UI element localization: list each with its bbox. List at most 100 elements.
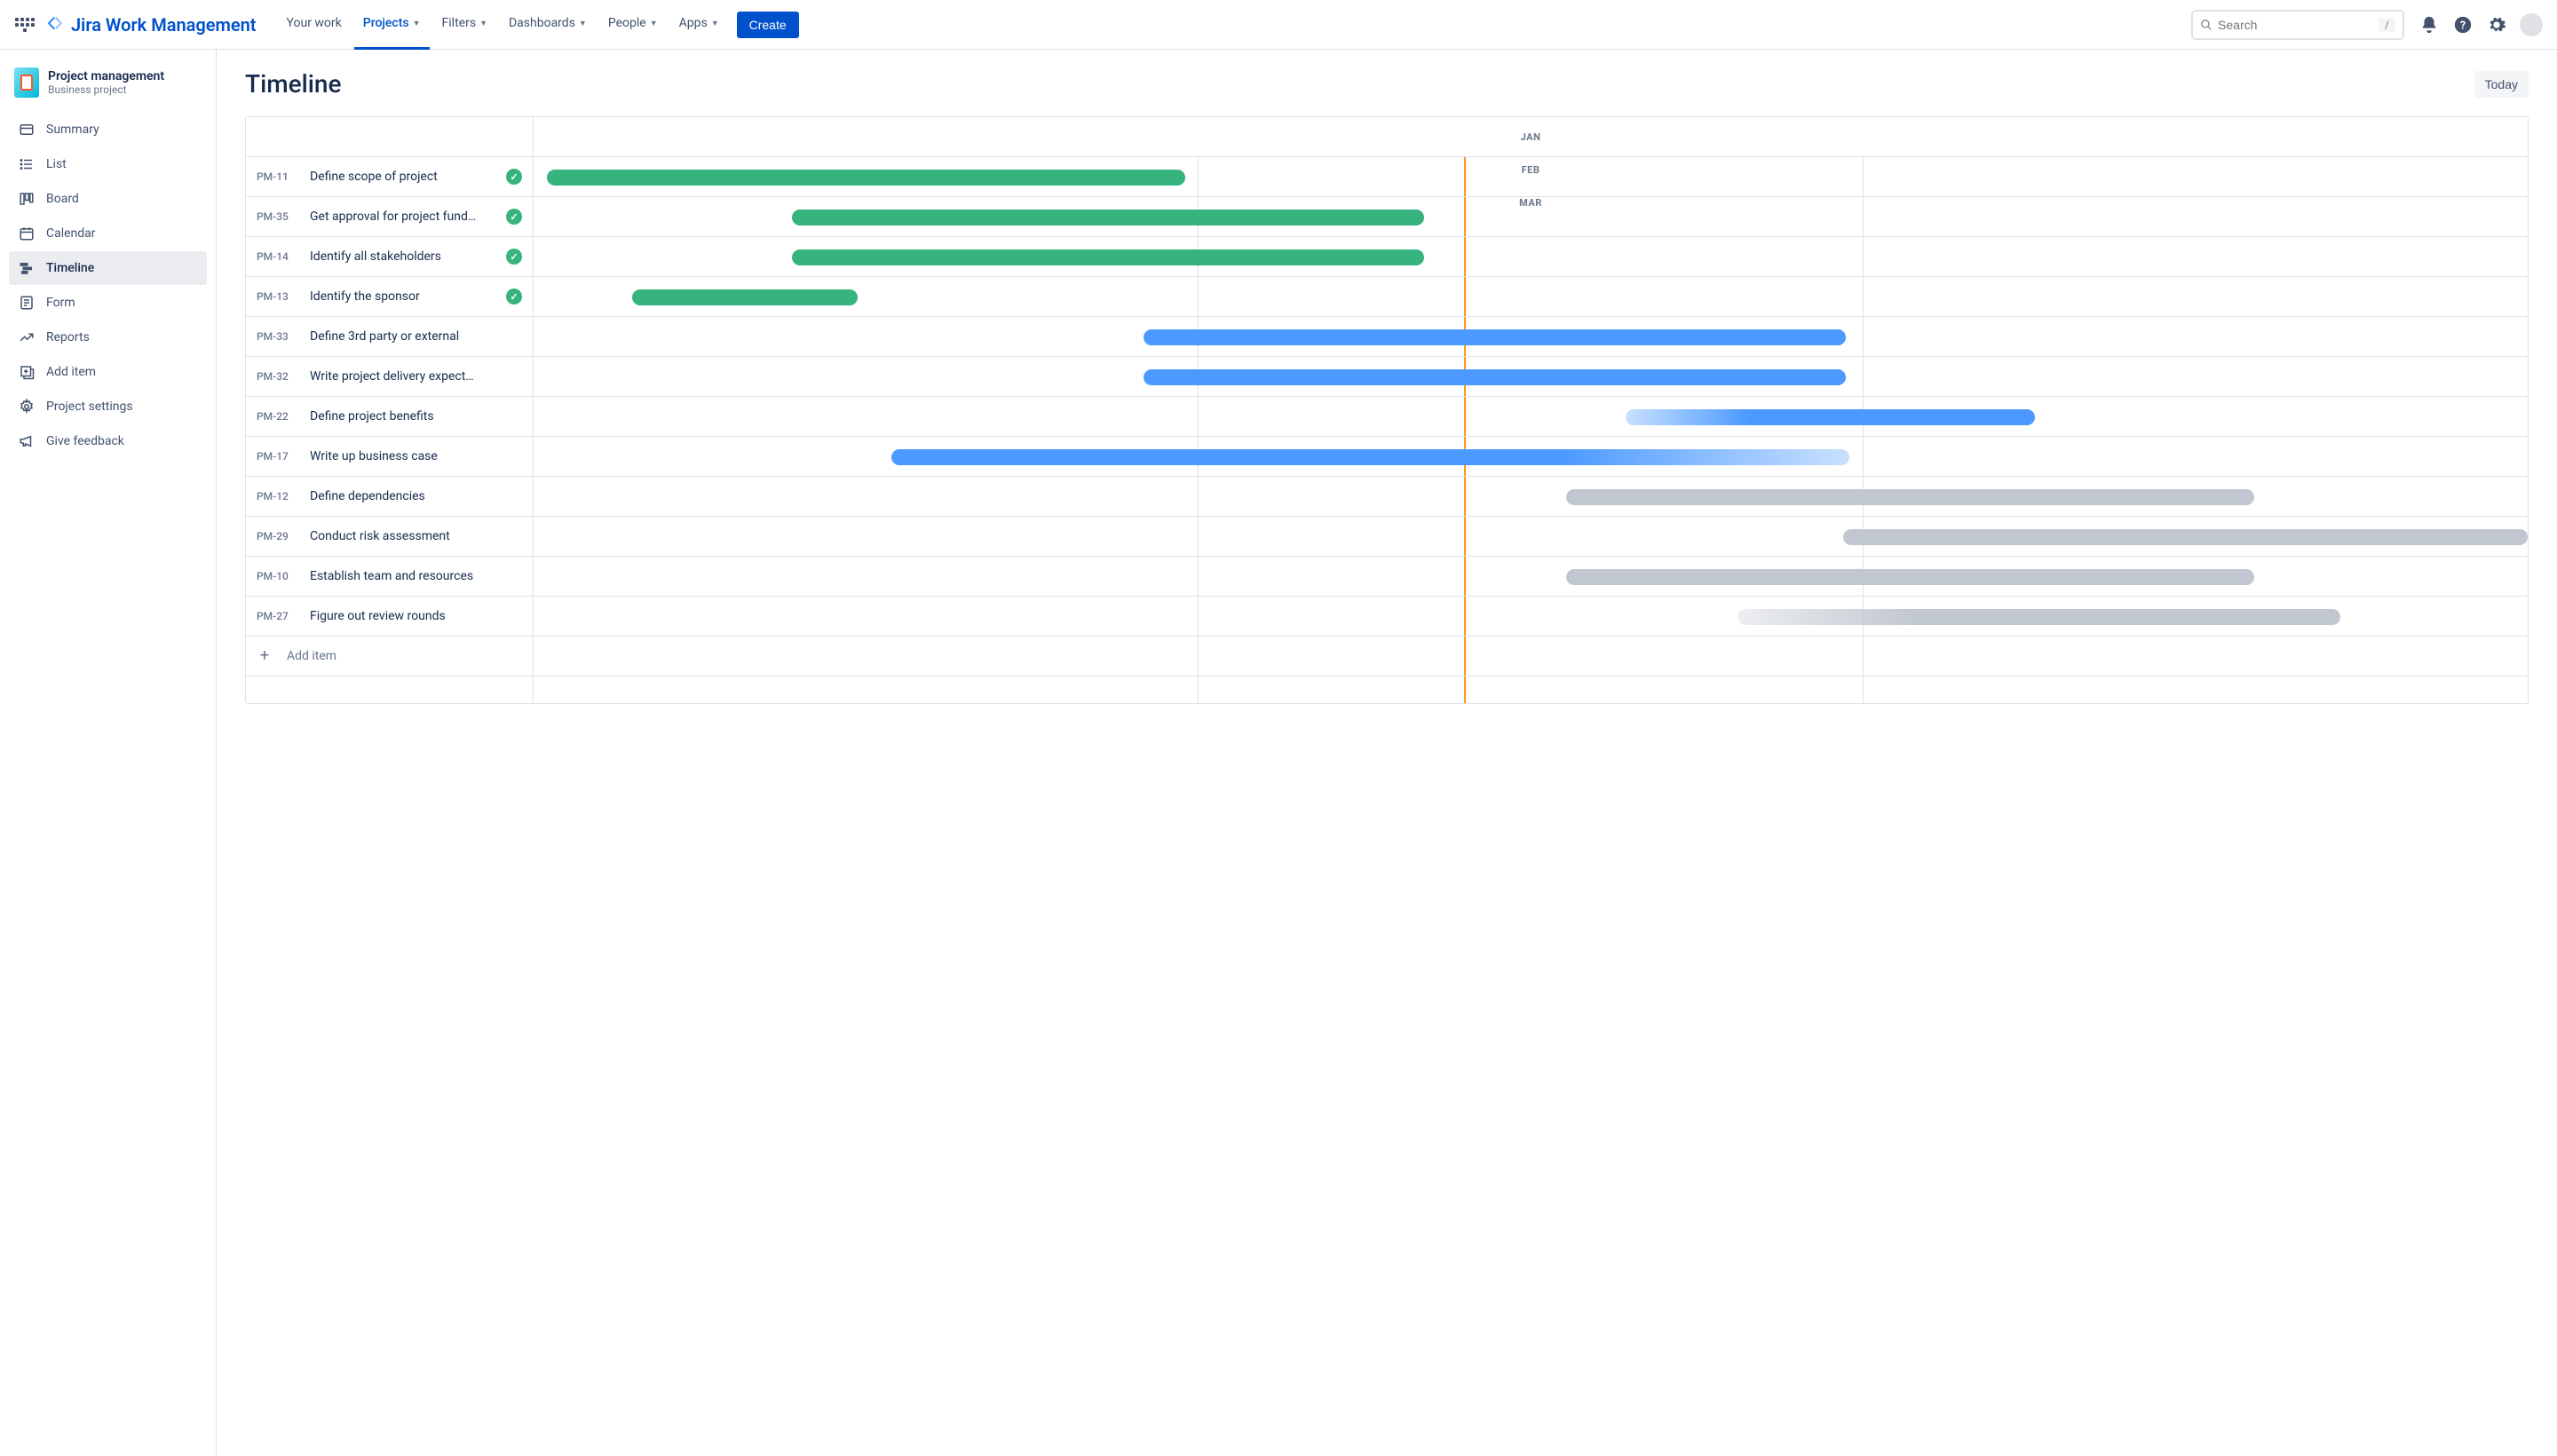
gantt-bar[interactable] [1566,489,2254,505]
task-key: PM-22 [257,410,296,423]
project-icon [14,67,39,98]
task-title: Identify all stakeholders [310,249,492,264]
task-title: Define dependencies [310,489,522,503]
form-icon [18,294,36,312]
sidebar-board[interactable]: Board [9,182,207,216]
nav-projects[interactable]: Projects▼ [354,0,430,50]
project-name: Project management [48,69,164,83]
today-button[interactable]: Today [2474,71,2529,98]
gantt-bar[interactable] [792,210,1424,226]
task-row[interactable]: PM-11Define scope of project✓ [246,157,533,197]
board-icon [18,190,36,208]
check-icon: ✓ [506,209,522,225]
sidebar-timeline[interactable]: Timeline [9,251,207,285]
bar-row [533,477,2528,517]
top-icons: ? [2418,13,2543,36]
nav-dashboards[interactable]: Dashboards▼ [500,0,596,50]
task-key: PM-10 [257,570,296,582]
task-title: Conduct risk assessment [310,529,522,543]
app-switcher-icon[interactable] [14,14,36,36]
check-icon: ✓ [506,249,522,265]
sidebar-form[interactable]: Form [9,286,207,320]
add-item-label: Add item [287,649,336,663]
task-row[interactable]: PM-14 Identify all stakeholders ✓ [246,237,533,277]
sidebar-give-feedback[interactable]: Give feedback [9,424,207,458]
sidebar-project-settings[interactable]: Project settings [9,390,207,423]
gantt-bar[interactable] [792,249,1424,265]
add-item-icon [18,363,36,381]
help-icon[interactable]: ? [2452,14,2474,36]
page-header: Timeline Today [245,69,2529,99]
plus-icon: + [257,648,273,664]
gantt-bar[interactable] [547,170,1185,186]
gantt-bar[interactable] [1626,409,2035,425]
task-key: PM-35 [257,210,296,223]
bar-row [533,197,2528,237]
task-key: PM-14 [257,250,296,263]
gantt-bar[interactable] [891,449,1849,465]
bar-row [533,557,2528,597]
nav-links: Your work Projects▼ Filters▼ Dashboards▼… [278,0,728,50]
task-row[interactable]: PM-13Identify the sponsor✓ [246,277,533,317]
task-row[interactable]: PM-10Establish team and resources [246,557,533,597]
gantt-bar[interactable] [1566,569,2254,585]
task-row[interactable]: PM-32Write project delivery expect… [246,357,533,397]
task-title: Identify the sponsor [310,289,492,304]
reports-icon [18,328,36,346]
task-key: PM-27 [257,610,296,622]
nav-apps[interactable]: Apps▼ [670,0,728,50]
list-icon [18,155,36,173]
brand-logo[interactable]: Jira Work Management [44,14,257,36]
bar-row [533,317,2528,357]
settings-icon[interactable] [2486,14,2507,36]
megaphone-icon [18,432,36,450]
task-row[interactable]: PM-33 Define 3rd party or external [246,317,533,357]
timeline-grid: PM-11Define scope of project✓PM-35Get ap… [245,116,2529,704]
top-nav: Jira Work Management Your work Projects▼… [0,0,2557,50]
svg-text:?: ? [2460,19,2466,32]
nav-people[interactable]: People▼ [599,0,667,50]
task-row[interactable]: PM-35Get approval for project fund…✓ [246,197,533,237]
add-item-row[interactable]: + Add item [246,637,533,677]
project-header[interactable]: Project management Business project [9,64,207,112]
task-row[interactable]: PM-17 Write up business case [246,437,533,477]
task-key: PM-17 [257,450,296,463]
task-title: Define 3rd party or external [310,329,522,344]
task-title: Write up business case [310,449,522,463]
gantt-bar[interactable] [1843,529,2528,545]
task-key: PM-29 [257,530,296,542]
sidebar-list[interactable]: List [9,147,207,181]
task-row[interactable]: PM-29 Conduct risk assessment [246,517,533,557]
search-box[interactable]: / [2191,10,2404,40]
task-row[interactable]: PM-12Define dependencies [246,477,533,517]
bar-row [533,397,2528,437]
task-key: PM-33 [257,330,296,343]
notifications-icon[interactable] [2418,14,2440,36]
sidebar-reports[interactable]: Reports [9,320,207,354]
sidebar-calendar[interactable]: Calendar [9,217,207,250]
search-input[interactable] [2218,18,2379,32]
task-row[interactable]: PM-27 Figure out review rounds [246,597,533,637]
bar-row [533,517,2528,557]
task-row[interactable]: PM-22 Define project benefits [246,397,533,437]
task-key: PM-13 [257,290,296,303]
gantt-bar[interactable] [1144,369,1846,385]
create-button[interactable]: Create [737,12,799,38]
nav-your-work[interactable]: Your work [278,0,351,50]
gantt-bar[interactable] [1738,609,2340,625]
nav-filters[interactable]: Filters▼ [433,0,496,50]
summary-icon [18,121,36,138]
bar-row [533,357,2528,397]
project-subtitle: Business project [48,83,164,96]
task-key: PM-32 [257,370,296,383]
chevron-down-icon: ▼ [579,19,587,28]
sidebar-add-item[interactable]: Add item [9,355,207,389]
chevron-down-icon: ▼ [711,19,719,28]
sidebar-summary[interactable]: Summary [9,113,207,146]
task-title: Figure out review rounds [310,609,522,623]
gantt-bar[interactable] [1144,329,1846,345]
user-avatar[interactable] [2520,13,2543,36]
brand-text: Jira Work Management [71,14,257,36]
task-title: Define project benefits [310,409,522,423]
gantt-bar[interactable] [632,289,858,305]
